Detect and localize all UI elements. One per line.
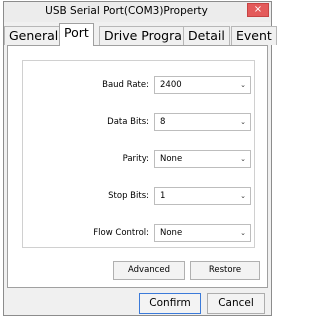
baud-rate-select[interactable]: 2400 ⌄ (154, 76, 251, 94)
parity-label: Parity: (122, 154, 149, 164)
restore-button[interactable]: Restore (190, 261, 260, 280)
parity-select[interactable]: None ⌄ (154, 150, 251, 168)
chevron-down-icon: ⌄ (240, 155, 246, 163)
chevron-down-icon: ⌄ (240, 192, 246, 200)
chevron-down-icon: ⌄ (240, 229, 246, 237)
flow-control-value: None (160, 228, 183, 238)
tab-detail[interactable]: Detail (183, 26, 230, 45)
property-dialog: USB Serial Port(COM3)Property × General … (3, 1, 277, 316)
stop-bits-label: Stop Bits: (108, 191, 149, 201)
window-title: USB Serial Port(COM3)Property (45, 5, 208, 17)
advanced-button[interactable]: Advanced (113, 261, 185, 280)
flow-control-label: Flow Control: (93, 228, 149, 238)
parity-value: None (160, 154, 183, 164)
baud-rate-value: 2400 (160, 80, 182, 90)
cancel-button[interactable]: Cancel (207, 293, 265, 314)
flow-control-select[interactable]: None ⌄ (154, 224, 251, 242)
stop-bits-row: Stop Bits: 1 ⌄ (23, 187, 256, 207)
chevron-down-icon: ⌄ (240, 118, 246, 126)
title-bar: USB Serial Port(COM3)Property × (4, 2, 271, 22)
baud-rate-row: Baud Rate: 2400 ⌄ (23, 76, 256, 96)
tab-port[interactable]: Port (59, 23, 94, 46)
tab-general[interactable]: General (4, 26, 64, 45)
chevron-down-icon: ⌄ (240, 81, 246, 89)
tab-event[interactable]: Event (231, 26, 277, 45)
data-bits-row: Data Bits: 8 ⌄ (23, 113, 256, 133)
confirm-button[interactable]: Confirm (139, 293, 201, 314)
port-settings-group: Baud Rate: 2400 ⌄ Data Bits: 8 ⌄ Parity:… (22, 60, 255, 248)
stop-bits-value: 1 (160, 191, 166, 201)
port-settings-panel: Baud Rate: 2400 ⌄ Data Bits: 8 ⌄ Parity:… (7, 45, 268, 288)
stop-bits-select[interactable]: 1 ⌄ (154, 187, 251, 205)
close-button[interactable]: × (247, 3, 269, 17)
data-bits-select[interactable]: 8 ⌄ (154, 113, 251, 131)
data-bits-value: 8 (160, 117, 166, 127)
baud-rate-label: Baud Rate: (102, 80, 149, 90)
flow-control-row: Flow Control: None ⌄ (23, 224, 256, 244)
close-icon: × (253, 4, 263, 15)
tab-bar: General Port Drive Program Detail Event (4, 23, 277, 46)
parity-row: Parity: None ⌄ (23, 150, 256, 170)
data-bits-label: Data Bits: (107, 117, 149, 127)
